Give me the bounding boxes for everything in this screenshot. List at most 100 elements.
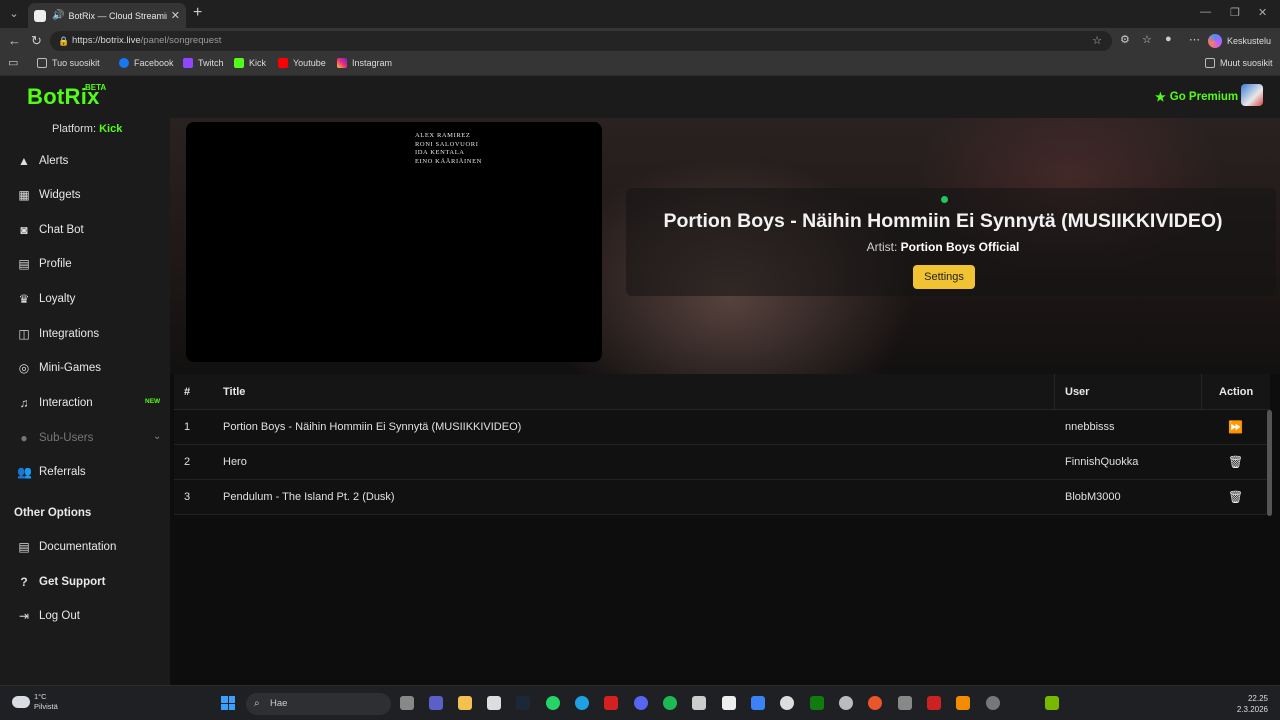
lightshot-icon[interactable] xyxy=(604,696,618,710)
profile-icon[interactable]: ● xyxy=(1165,33,1172,45)
restore-icon[interactable]: ❐ xyxy=(1230,6,1240,19)
trophy-icon: ♛ xyxy=(18,292,30,306)
sidebar-item-log-out[interactable]: ⇥ Log Out xyxy=(0,599,170,633)
bookmark-youtube[interactable]: Youtube xyxy=(278,58,326,68)
back-icon[interactable]: ← xyxy=(8,33,21,48)
sidebar-item-label: Referrals xyxy=(39,466,86,478)
teams-icon[interactable] xyxy=(429,696,443,710)
robot-icon: ◙ xyxy=(20,223,28,237)
favorite-star-icon[interactable]: ☆ xyxy=(1092,31,1102,51)
sidebar-item-referrals[interactable]: 👥 Referrals xyxy=(0,455,170,489)
sidebar-item-label: Get Support xyxy=(39,576,106,588)
sidebar-item-integrations[interactable]: ◫ Integrations xyxy=(0,317,170,351)
xbox-icon[interactable] xyxy=(810,696,824,710)
platform-indicator: Platform: Kick xyxy=(52,123,122,135)
url-field[interactable]: 🔒 https://botrix.live/panel/songrequest … xyxy=(50,31,1112,51)
mail-icon[interactable] xyxy=(751,696,765,710)
spotify-icon[interactable] xyxy=(663,696,677,710)
row-user: nnebbisss xyxy=(1065,421,1115,433)
browser-tab[interactable]: 🔊 BotRix — Cloud Streaming Bot ✕ xyxy=(28,3,186,28)
import-icon xyxy=(37,58,47,68)
copilot-button[interactable]: Keskustelu xyxy=(1208,31,1271,51)
g-hub-icon[interactable] xyxy=(692,696,706,710)
row-user: BlobM3000 xyxy=(1065,491,1121,503)
task-view-icon[interactable] xyxy=(400,696,414,710)
weather-text: Pilvistä xyxy=(34,702,58,711)
trash-icon[interactable]: 🗑 xyxy=(1228,480,1243,514)
avatar[interactable] xyxy=(1241,84,1263,106)
table-row: 2 Hero FinnishQuokka 🗑 xyxy=(174,445,1270,480)
sidebar-item-mini-games[interactable]: ◎ Mini-Games xyxy=(0,351,170,385)
row-number: 2 xyxy=(184,456,191,468)
discord-icon[interactable] xyxy=(634,696,648,710)
credit-line: IDA KENTALA xyxy=(415,149,465,156)
bookmark-twitch[interactable]: Twitch xyxy=(183,58,224,68)
sidebar-item-profile[interactable]: ▤ Profile xyxy=(0,247,170,281)
trash-icon[interactable]: 🗑 xyxy=(1228,445,1243,479)
settings-button[interactable]: Settings xyxy=(913,265,975,289)
nvidia-icon[interactable] xyxy=(1045,696,1059,710)
more-menu-icon[interactable]: ⋯ xyxy=(1189,33,1200,46)
column-header-action: Action xyxy=(1219,386,1254,398)
minimize-icon[interactable]: — xyxy=(1200,6,1211,18)
users-icon: ● xyxy=(20,431,28,445)
close-window-icon[interactable]: ✕ xyxy=(1258,6,1267,19)
sidebar-item-label: Sub-Users xyxy=(39,432,94,444)
tab-title: BotRix — Cloud Streaming Bot xyxy=(68,10,166,21)
row-number: 1 xyxy=(184,421,191,433)
sidebar-item-label: Integrations xyxy=(39,328,100,340)
logout-icon: ⇥ xyxy=(18,609,30,623)
sidebar-item-chat-bot[interactable]: ◙ Chat Bot xyxy=(0,213,170,247)
utility-icon[interactable] xyxy=(986,696,1000,710)
notepad-icon[interactable] xyxy=(722,696,736,710)
bookmark-import[interactable]: Tuo suosikit xyxy=(37,58,100,68)
speaker-icon[interactable]: 🔊 xyxy=(52,10,64,21)
obs-icon[interactable] xyxy=(780,696,794,710)
twitch-icon xyxy=(183,58,193,68)
skip-forward-icon[interactable]: ⏩ xyxy=(1228,410,1243,444)
new-tab-icon[interactable]: + xyxy=(193,4,202,22)
sidebar-item-widgets[interactable]: ▦ Widgets xyxy=(0,178,170,212)
favorites-icon[interactable]: ☆ xyxy=(1142,33,1152,46)
platform-label: Platform: xyxy=(52,123,97,135)
start-icon[interactable] xyxy=(221,696,235,710)
sidebar-item-alerts[interactable]: ▲ Alerts xyxy=(0,144,170,178)
close-tab-icon[interactable]: ✕ xyxy=(171,9,180,22)
taskbar-search[interactable]: ⌕ Hae xyxy=(246,693,391,715)
bookmark-label: Muut suosikit xyxy=(1220,58,1273,68)
sidebar-item-documentation[interactable]: ▤ Documentation xyxy=(0,530,170,564)
other-bookmarks[interactable]: Muut suosikit xyxy=(1205,58,1273,68)
vlc-icon[interactable] xyxy=(956,696,970,710)
whatsapp-icon[interactable] xyxy=(546,696,560,710)
vpn-icon[interactable] xyxy=(927,696,941,710)
sidebar-item-loyalty[interactable]: ♛ Loyalty xyxy=(0,282,170,316)
video-player[interactable]: ALEX RAMIREZ RONI SALOVUORI IDA KENTALA … xyxy=(186,122,602,362)
tab-actions-menu-icon[interactable]: ⌄ xyxy=(6,6,22,22)
bookmark-facebook[interactable]: Facebook xyxy=(119,58,174,68)
go-premium-button[interactable]: ★ Go Premium xyxy=(1155,90,1238,104)
lock-icon[interactable]: 🔒 xyxy=(58,31,69,51)
row-user: FinnishQuokka xyxy=(1065,456,1139,468)
app-icon[interactable] xyxy=(839,696,853,710)
browser-app-icon[interactable] xyxy=(868,696,882,710)
sidebar-item-get-support[interactable]: ? Get Support xyxy=(0,565,170,599)
bookmark-kick[interactable]: Kick xyxy=(234,58,266,68)
system-clock[interactable]: 22.25 2.3.2026 xyxy=(1232,693,1268,715)
bookmark-instagram[interactable]: Instagram xyxy=(337,58,392,68)
weather-widget[interactable]: 1°C Pilvistä xyxy=(12,692,58,712)
new-badge: NEW xyxy=(145,398,161,405)
reload-icon[interactable]: ↻ xyxy=(31,33,42,49)
address-toolbar: ← ↻ 🔒 https://botrix.live/panel/songrequ… xyxy=(0,28,1280,54)
edge-icon[interactable] xyxy=(575,696,589,710)
artist-line: Artist: Portion Boys Official xyxy=(626,240,1260,254)
extensions-icon[interactable]: ⚙ xyxy=(1120,33,1130,46)
file-explorer-icon[interactable] xyxy=(458,696,472,710)
sidebar-item-sub-users[interactable]: ● Sub-Users ⌄ xyxy=(0,421,170,455)
sidebar-item-interaction[interactable]: ♫ Interaction NEW xyxy=(0,386,170,420)
table-scrollbar[interactable] xyxy=(1267,410,1272,516)
sidebar-toggle-icon[interactable]: ▭ xyxy=(8,56,18,69)
steam-icon[interactable] xyxy=(516,696,530,710)
sidebar-item-label: Widgets xyxy=(39,189,81,201)
settings-gear-icon[interactable] xyxy=(898,696,912,710)
store-icon[interactable] xyxy=(487,696,501,710)
